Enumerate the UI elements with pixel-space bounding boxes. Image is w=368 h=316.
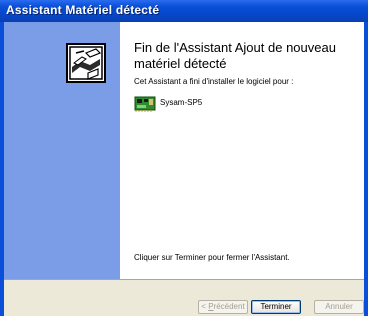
wizard-heading: Fin de l'Assistant Ajout de nouveau maté… (134, 40, 336, 71)
wizard-closing-text: Cliquer sur Terminer pour fermer l'Assis… (134, 253, 290, 262)
hardware-wizard-icon (66, 43, 106, 83)
device-name: Sysam-SP5 (160, 98, 203, 107)
window-frame-right (364, 22, 368, 316)
previous-button[interactable]: < Précédent (198, 300, 248, 314)
window-title: Assistant Matériel détecté (6, 3, 160, 17)
cancel-button[interactable]: Annuler (314, 300, 364, 314)
wizard-intro-text: Cet Assistant a fini d'installer le logi… (134, 77, 294, 86)
title-bar: Assistant Matériel détecté (0, 0, 368, 22)
finish-button[interactable]: Terminer (251, 300, 301, 314)
previous-button-label: récédent (213, 302, 245, 311)
circuit-board-icon (134, 96, 156, 112)
wizard-button-bar (4, 279, 364, 316)
